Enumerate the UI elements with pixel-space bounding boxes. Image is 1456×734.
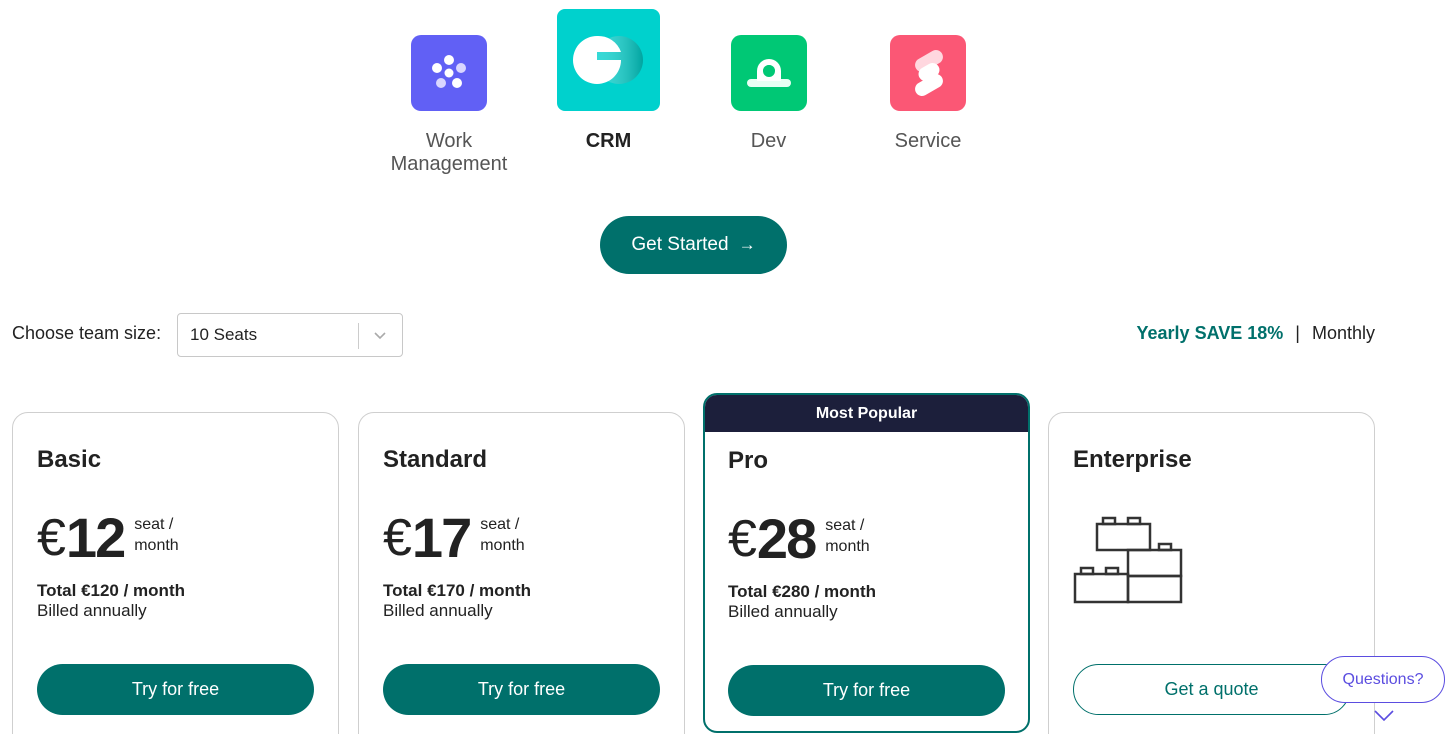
plan-card-pro: Most Popular Pro € 28 seat / month Total… xyxy=(703,393,1030,733)
crm-icon xyxy=(557,9,660,111)
price-currency: € xyxy=(37,509,66,567)
chevron-down-icon xyxy=(372,327,388,348)
questions-chat-button[interactable]: Questions? xyxy=(1321,656,1445,703)
team-size-value: 10 Seats xyxy=(190,325,258,344)
price-currency: € xyxy=(383,509,412,567)
plan-name: Basic xyxy=(37,446,102,473)
team-size-select[interactable]: 10 Seats xyxy=(177,313,403,357)
try-for-free-button[interactable]: Try for free xyxy=(728,665,1005,716)
price-unit: seat / month xyxy=(825,517,870,555)
plan-price: € 12 seat / month xyxy=(37,508,194,568)
plan-billing-note: Billed annually xyxy=(728,602,838,621)
plan-total: Total €280 / month xyxy=(728,582,876,601)
product-name: Work Management xyxy=(390,130,508,175)
product-service[interactable]: Service xyxy=(876,35,980,153)
plan-name: Standard xyxy=(383,446,488,473)
arrow-right-icon: → xyxy=(738,235,756,254)
plan-name: Pro xyxy=(728,447,769,474)
plan-total: Total €170 / month xyxy=(383,581,531,600)
price-unit: seat / month xyxy=(134,516,179,554)
price-amount: 17 xyxy=(411,506,472,569)
product-name: CRM xyxy=(585,130,632,152)
plan-card-standard: Standard € 17 seat / month Total €170 / … xyxy=(358,412,685,734)
product-name: Dev xyxy=(750,130,787,152)
billing-separator: | xyxy=(1295,323,1300,343)
work-management-icon xyxy=(411,35,487,111)
billing-monthly-option[interactable]: Monthly xyxy=(1312,323,1375,344)
plan-total: Total €120 / month xyxy=(37,581,185,600)
chevron-down-icon[interactable] xyxy=(1373,708,1395,727)
product-work-management[interactable]: Work Management xyxy=(383,35,515,176)
building-blocks-icon xyxy=(1073,516,1185,609)
product-name: Service xyxy=(894,130,962,152)
plan-price: € 17 seat / month xyxy=(383,508,540,568)
get-started-label: Get Started xyxy=(631,234,729,255)
plan-price: € 28 seat / month xyxy=(728,509,885,569)
price-amount: 28 xyxy=(756,507,817,570)
plan-card-basic: Basic € 12 seat / month Total €120 / mon… xyxy=(12,412,339,734)
plan-billing-note: Billed annually xyxy=(383,601,493,620)
get-started-button[interactable]: Get Started → xyxy=(600,216,787,274)
product-dev[interactable]: Dev xyxy=(730,35,807,153)
get-a-quote-button[interactable]: Get a quote xyxy=(1073,664,1350,715)
billing-yearly-option[interactable]: Yearly SAVE 18% xyxy=(1137,323,1284,344)
product-crm[interactable]: CRM xyxy=(557,9,660,153)
price-amount: 12 xyxy=(65,506,126,569)
try-for-free-button[interactable]: Try for free xyxy=(383,664,660,715)
dev-icon xyxy=(730,35,807,111)
try-for-free-button[interactable]: Try for free xyxy=(37,664,314,715)
plan-name: Enterprise xyxy=(1073,446,1192,473)
team-size-label: Choose team size: xyxy=(12,323,162,343)
most-popular-badge: Most Popular xyxy=(705,395,1028,432)
plan-billing-note: Billed annually xyxy=(37,601,147,620)
price-currency: € xyxy=(728,510,757,568)
select-divider xyxy=(358,323,359,349)
price-unit: seat / month xyxy=(480,516,525,554)
service-icon xyxy=(890,35,966,111)
billing-period-toggle: Yearly SAVE 18% | Monthly xyxy=(1137,323,1375,344)
